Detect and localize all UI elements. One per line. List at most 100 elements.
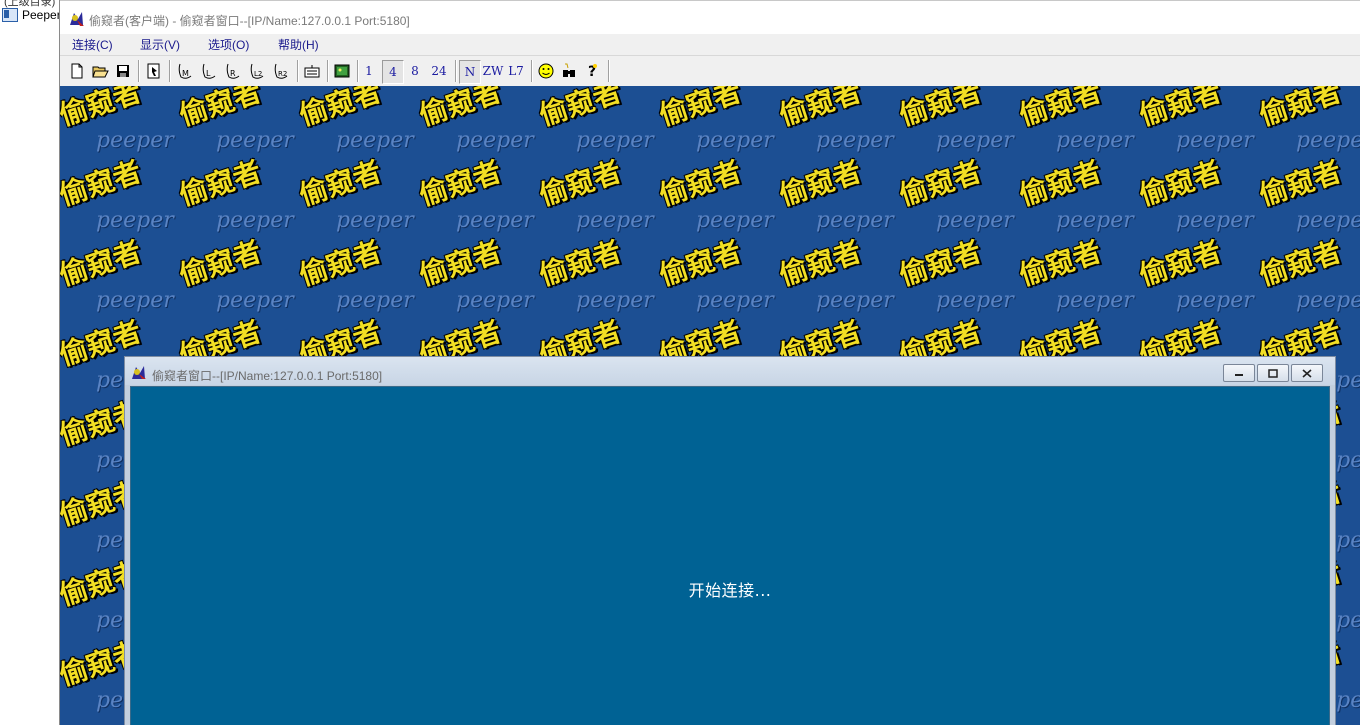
wallpaper-logo-en: peeper [1056,288,1134,313]
close-button[interactable] [1291,364,1323,382]
wallpaper-logo-en: peeper [336,128,414,153]
wallpaper-logo-tile: 偷窥者peeper [1255,235,1360,326]
peeper-tree-item[interactable]: Peeper [2,7,59,23]
connect-button[interactable] [144,60,164,82]
svg-text:R: R [230,69,236,78]
explorer-panel: (上级目录) Peeper [0,0,59,725]
wallpaper-logo-cn: 偷窥者 [175,86,266,133]
minimize-button[interactable] [1223,364,1255,382]
keyboard-icon [304,65,320,78]
interval-1-button[interactable]: 1 [360,60,378,82]
interval-24-button[interactable]: 24 [427,60,451,82]
question-mark-icon: ? [588,64,597,79]
mode-l7-button[interactable]: L7 [505,60,527,82]
new-file-icon [71,63,83,79]
viewer-child-window: 偷窥者窗口--[IP/Name:127.0.0.1 Port:5180] 开始连… [124,356,1336,725]
toolbar: M L R L2 R2 1 4 8 24 N ZW L7 ? [60,55,1360,87]
wallpaper-logo-cn: 偷窥者 [535,86,626,133]
mouse-m-icon: M [178,63,192,79]
wallpaper-logo-cn: 偷窥者 [1015,86,1106,133]
help-button[interactable]: ? [582,60,602,82]
wallpaper-logo-en: peeper [1296,128,1360,153]
wallpaper-logo-en: peeper [576,128,654,153]
wallpaper-logo-cn: 偷窥者 [295,86,386,133]
menu-view[interactable]: 显示(V) [140,36,180,53]
screen-picture-icon [334,64,350,78]
menu-options[interactable]: 选项(O) [208,36,249,53]
toolbar-separator [608,60,610,82]
wallpaper-logo-cn: 偷窥者 [1135,86,1226,133]
mouse-r2-icon: R2 [274,63,287,79]
svg-text:R2: R2 [278,70,287,78]
mouse-l-icon: L [202,63,216,79]
wallpaper-logo-cn: 偷窥者 [775,86,866,133]
wallpaper-logo-en: peeper [336,288,414,313]
open-folder-icon [91,66,109,78]
wallpaper-logo-en: peeper [936,288,1014,313]
wallpaper-logo-en: peeper [816,288,894,313]
menu-connect[interactable]: 连接(C) [72,36,113,53]
window-title: 偷窥者(客户端) - 偷窥者窗口--[IP/Name:127.0.0.1 Por… [89,14,410,28]
wallpaper-logo-tile: 偷窥者peeper [1255,86,1360,166]
child-app-icon [132,366,146,379]
mode-zw-button[interactable]: ZW [482,60,504,82]
wallpaper-logo-en: peeper [1296,208,1360,233]
wallpaper-logo-cn: 偷窥者 [415,86,506,133]
restore-icon [1268,368,1278,378]
wallpaper-logo-en: peeper [216,128,294,153]
toolbar-separator [455,60,457,82]
wallpaper-logo-en: peeper [216,208,294,233]
wallpaper-logo-cn: 偷窥者 [895,86,986,133]
mouse-button-1[interactable]: M [174,60,196,82]
parent-folder-item[interactable]: (上级目录) [4,0,55,8]
svg-text:L: L [206,69,211,78]
wallpaper-logo-cn: 偷窥者 [1255,86,1346,133]
wallpaper-logo-en: peeper [696,128,774,153]
wallpaper-logo-en: peeper [336,208,414,233]
child-title-bar[interactable]: 偷窥者窗口--[IP/Name:127.0.0.1 Port:5180] [125,357,1335,385]
remote-screen-view[interactable]: 开始连接... [130,386,1330,725]
wallpaper-logo-en: peeper [576,208,654,233]
pointer-help-icon [147,63,160,79]
interval-8-button[interactable]: 8 [406,60,424,82]
wallpaper-logo-tile: 偷窥者peeper [1255,155,1360,246]
restore-button[interactable] [1257,364,1289,382]
save-disk-icon [117,65,129,77]
mouse-button-5[interactable]: R2 [270,60,292,82]
menu-bar: 连接(C) 显示(V) 选项(O) 帮助(H) [60,34,1360,54]
smiley-icon [538,63,554,79]
connection-status: 开始连接... [688,581,772,600]
mouse-button-3[interactable]: R [222,60,244,82]
wallpaper-logo-en: peeper [1296,288,1360,313]
wallpaper-logo-en: peeper [96,128,174,153]
mouse-button-4[interactable]: L2 [246,60,268,82]
find-button[interactable] [559,60,579,82]
keyboard-button[interactable] [302,60,322,82]
interval-4-button[interactable]: 4 [382,60,404,84]
title-bar[interactable]: 偷窥者(客户端) - 偷窥者窗口--[IP/Name:127.0.0.1 Por… [60,0,1360,35]
wallpaper-logo-en: peeper [936,208,1014,233]
toolbar-separator [297,60,299,82]
open-button[interactable] [90,60,110,82]
wallpaper-logo-en: peeper [936,128,1014,153]
save-button[interactable] [114,60,132,82]
wallpaper-logo-en: peeper [696,288,774,313]
smiley-button[interactable] [536,60,556,82]
svg-text:M: M [182,69,189,78]
toolbar-separator [531,60,533,82]
wallpaper-logo-cn: 偷窥者 [60,86,146,133]
wallpaper-logo-en: peeper [216,288,294,313]
wallpaper-logo-en: peeper [1056,128,1134,153]
new-file-button[interactable] [68,60,86,82]
application-icon [2,8,18,22]
wallpaper-logo-en: peeper [576,288,654,313]
menu-help[interactable]: 帮助(H) [278,36,319,53]
child-window-title: 偷窥者窗口--[IP/Name:127.0.0.1 Port:5180] [152,369,383,383]
wallpaper-logo-en: peeper [456,288,534,313]
wallpaper-logo-en: peeper [816,208,894,233]
close-icon [1302,368,1312,378]
wallpaper-logo-en: peeper [816,128,894,153]
mouse-button-2[interactable]: L [198,60,220,82]
mode-n-button[interactable]: N [459,60,481,84]
screen-capture-button[interactable] [332,60,352,82]
